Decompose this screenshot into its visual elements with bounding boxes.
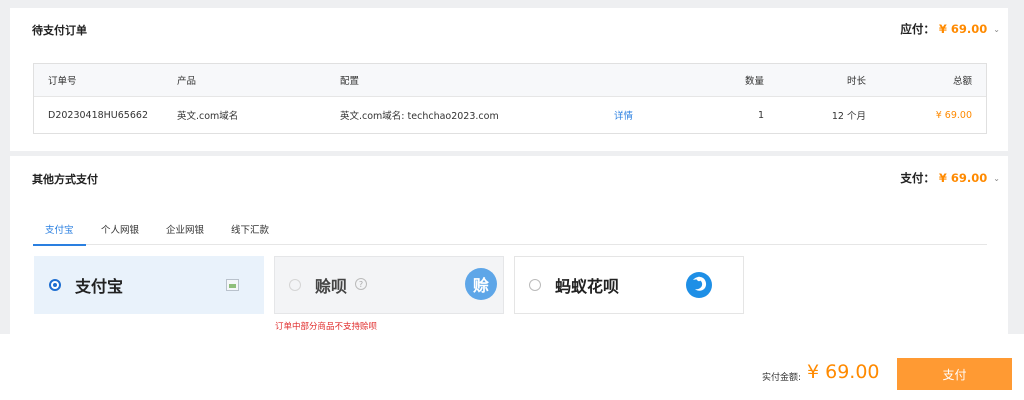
col-order-no: 订单号: [48, 76, 77, 87]
radio-unselected-icon[interactable]: [529, 279, 541, 291]
other-payment-amount-toggle[interactable]: 支付： ¥ 69.00 ⌄: [900, 170, 1000, 186]
col-duration: 时长: [846, 76, 866, 87]
checkout-footer: 实付金额: ¥ 69.00 支付: [0, 334, 1024, 400]
chevron-down-icon[interactable]: ⌄: [993, 174, 1000, 183]
alipay-logo-icon: [226, 279, 239, 291]
pay-button[interactable]: 支付: [897, 358, 1012, 390]
col-config: 配置: [340, 76, 360, 87]
pending-order-amount-toggle[interactable]: 应付： ¥ 69.00 ⌄: [900, 21, 1000, 37]
payment-method-label: 赊呗: [315, 277, 348, 296]
other-payment-title: 其他方式支付: [32, 173, 98, 186]
detail-link[interactable]: 详情: [614, 97, 633, 133]
tab-alipay[interactable]: 支付宝: [33, 218, 85, 246]
tab-corporate-banking[interactable]: 企业网银: [166, 218, 204, 245]
payment-method-huabei[interactable]: 蚂蚁花呗: [514, 256, 744, 314]
chevron-down-icon[interactable]: ⌄: [993, 25, 1000, 34]
payment-method-label: 支付宝: [75, 277, 124, 296]
col-product: 产品: [177, 76, 197, 87]
payment-method-alipay[interactable]: 支付宝: [34, 256, 264, 314]
radio-disabled-icon: [289, 279, 301, 291]
duration-value: 12 个月: [831, 111, 866, 122]
col-quantity: 数量: [744, 76, 764, 87]
product-name: 英文.com域名: [177, 111, 239, 122]
total-value: ¥ 69.00: [935, 109, 972, 121]
col-total: 总额: [952, 76, 972, 87]
huabei-logo-icon: [686, 272, 712, 298]
table-row: D20230418HU65662 英文.com域名 英文.com域名: tech…: [34, 97, 986, 133]
pending-order-panel: 待支付订单 应付： ¥ 69.00 ⌄ 订单号 产品 配置 数量 时长 总额 D…: [10, 8, 1008, 151]
quantity-value: 1: [757, 109, 764, 121]
payment-method-shebei: 赊呗 ? 赊: [274, 256, 504, 314]
shebei-logo-icon: 赊: [465, 268, 497, 300]
order-table-header: 订单号 产品 配置 数量 时长 总额: [34, 64, 986, 97]
shebei-warning-text: 订单中部分商品不支持赊呗: [275, 322, 378, 332]
payment-method-label: 蚂蚁花呗: [555, 277, 620, 296]
other-payment-panel: 其他方式支付 支付： ¥ 69.00 ⌄ 支付宝 个人网银 企业网银 线下汇款 …: [10, 156, 1008, 334]
question-circle-icon[interactable]: ?: [355, 278, 367, 290]
tab-offline-transfer[interactable]: 线下汇款: [231, 218, 269, 245]
pending-order-title: 待支付订单: [32, 24, 87, 37]
pay-amount-label: 支付：: [900, 171, 935, 185]
order-table: 订单号 产品 配置 数量 时长 总额 D20230418HU65662 英文.c…: [33, 63, 987, 134]
tab-personal-banking[interactable]: 个人网银: [101, 218, 139, 245]
actual-amount-label: 实付金额:: [762, 373, 802, 383]
payment-tabs: 支付宝 个人网银 企业网银 线下汇款: [33, 218, 987, 246]
order-number: D20230418HU65662: [48, 109, 148, 121]
config-text: 英文.com域名: techchao2023.com: [340, 111, 499, 122]
radio-selected-icon[interactable]: [49, 279, 61, 291]
pay-amount-value: ¥ 69.00: [938, 171, 988, 185]
amount-label: 应付：: [900, 22, 935, 36]
amount-value: ¥ 69.00: [938, 22, 988, 36]
actual-amount-value: ¥ 69.00: [807, 361, 880, 383]
